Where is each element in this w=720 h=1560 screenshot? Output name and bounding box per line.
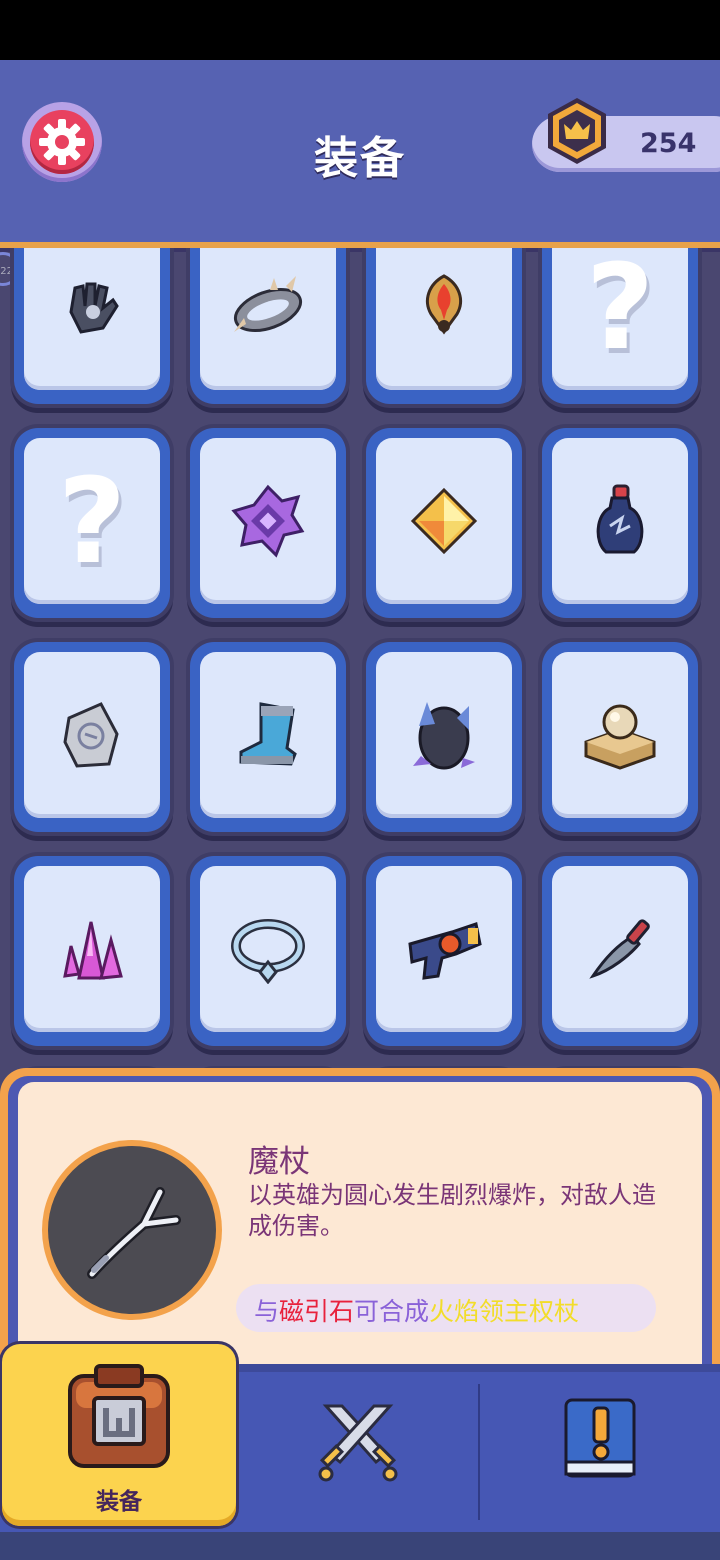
tab-equipment-label: 装备: [96, 1489, 142, 1515]
silver-necklace-icon: [231, 919, 305, 984]
item-description: 以英雄为圆心发生剧烈爆炸，对敌人造成伤害。: [248, 1181, 656, 1240]
equipment-slot-boot[interactable]: [190, 642, 346, 832]
equipment-slot-pink-crystal[interactable]: [14, 856, 170, 1046]
equipment-slot-gauntlet[interactable]: [14, 248, 170, 404]
equipment-slot-unknown[interactable]: ?: [14, 428, 170, 618]
combo-hint: 与磁引石可合成火焰领主权杖: [236, 1284, 656, 1332]
combo-middle: 可合成: [354, 1297, 430, 1326]
rock-crystal-icon: [413, 702, 475, 770]
equipment-slot-knife[interactable]: [542, 856, 698, 1046]
combo-material: 磁引石: [279, 1297, 355, 1326]
tab-equipment[interactable]: 装备: [2, 1344, 236, 1526]
combo-result: 火焰领主权杖: [429, 1297, 580, 1326]
status-bar: [0, 0, 720, 60]
equipment-grid: ? ?: [0, 248, 720, 1078]
crown-coin-icon: [548, 98, 606, 164]
coin-value: 254: [640, 128, 697, 159]
equipment-slot-silver-necklace[interactable]: [190, 856, 346, 1046]
pearl-pedestal-icon: [584, 704, 656, 770]
chest-icon: [68, 1364, 170, 1468]
equipment-slot-rock-crystal[interactable]: [366, 642, 522, 832]
equipment-slot-potion-bottle[interactable]: [542, 428, 698, 618]
item-name: 魔杖: [248, 1144, 310, 1180]
combo-text: 与磁引石可合成火焰领主权杖: [254, 1292, 579, 1328]
knife-icon: [589, 919, 650, 979]
crossed-swords-icon: [318, 1404, 398, 1482]
equipment-slot-fire-amulet[interactable]: [366, 248, 522, 404]
equipment-slot-unknown[interactable]: ?: [542, 248, 698, 404]
equipment-slot-stone-tablet[interactable]: [14, 642, 170, 832]
combo-prefix: 与: [254, 1297, 280, 1326]
quest-book-icon: [564, 1398, 636, 1478]
item-preview: [42, 1140, 222, 1320]
tab-battle[interactable]: [240, 1372, 476, 1532]
equipment-slot-pearl-pedestal[interactable]: [542, 642, 698, 832]
blaster-icon: [408, 922, 482, 980]
potion-bottle-icon: [596, 484, 644, 554]
equipment-slot-yellow-gem[interactable]: [366, 428, 522, 618]
boot-icon: [239, 702, 297, 766]
pink-crystal-icon: [63, 921, 123, 980]
equipment-slot-purple-crystal[interactable]: [190, 428, 346, 618]
fire-amulet-icon: [426, 274, 462, 335]
unknown-item-icon: ?: [585, 248, 655, 376]
tab-quests[interactable]: [480, 1372, 720, 1532]
magic-wand-icon: [87, 1187, 181, 1279]
spiked-bracelet-icon: [233, 276, 303, 333]
unknown-item-icon: ?: [57, 452, 127, 590]
equipment-slot-spiked-bracelet[interactable]: [190, 248, 346, 404]
gauntlet-icon: [69, 282, 119, 334]
stone-tablet-icon: [63, 702, 119, 768]
purple-crystal-icon: [231, 484, 305, 558]
yellow-gem-icon: [410, 487, 478, 555]
equipment-slot-blaster[interactable]: [366, 856, 522, 1046]
